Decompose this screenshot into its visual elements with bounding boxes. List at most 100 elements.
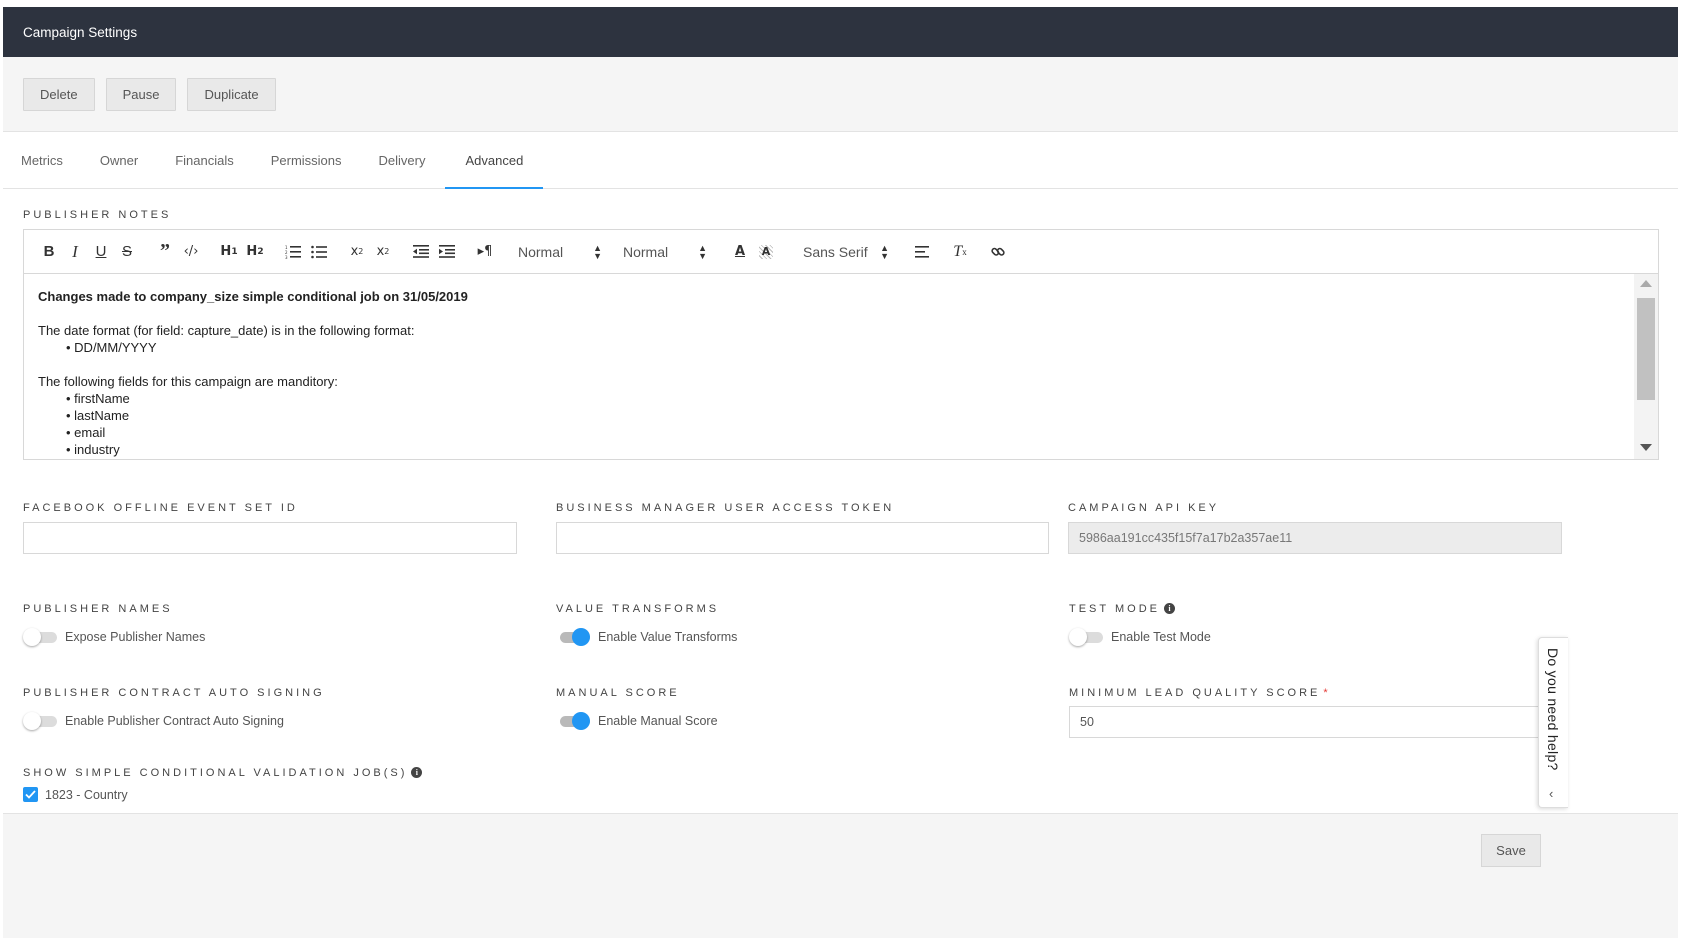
facebook-offline-input[interactable] — [23, 522, 517, 554]
required-mark: * — [1323, 687, 1328, 699]
superscript-icon[interactable]: x2 — [370, 239, 396, 265]
editor-content[interactable]: Changes made to company_size simple cond… — [24, 274, 1658, 459]
min-lead-score-input[interactable] — [1069, 706, 1563, 738]
delete-button[interactable]: Delete — [23, 77, 95, 111]
footer-bar: Save — [3, 813, 1678, 938]
toggle-switch[interactable] — [23, 712, 57, 730]
validation-job-checkbox[interactable]: 1823 - Country — [23, 787, 1658, 802]
toggle-switch[interactable] — [23, 628, 57, 646]
list-item: industry — [66, 441, 1644, 458]
link-icon[interactable] — [985, 239, 1011, 265]
bm-token-input[interactable] — [556, 522, 1049, 554]
publisher-names-group: Publisher Names Expose Publisher Names — [23, 600, 536, 646]
checkbox-checked-icon[interactable] — [23, 787, 38, 802]
title-bar: Campaign Settings — [3, 7, 1678, 57]
manual-score-group: Manual Score Enable Manual Score — [556, 684, 1049, 738]
svg-text:3: 3 — [285, 255, 288, 259]
font-picker-value: Sans Serif — [803, 243, 868, 260]
scroll-up-icon[interactable] — [1640, 280, 1652, 287]
background-color-icon[interactable]: A — [759, 244, 773, 259]
notes-heading: Changes made to company_size simple cond… — [38, 289, 468, 304]
publisher-names-label: Publisher Names — [23, 603, 173, 615]
contract-signing-label: Publisher Contract Auto Signing — [23, 687, 325, 699]
api-key-label: Campaign API Key — [1068, 502, 1220, 514]
validation-jobs-group: Show Simple Conditional Validation Job(s… — [23, 764, 1658, 802]
code-block-icon[interactable]: ‹/› — [178, 239, 204, 265]
api-key-group: Campaign API Key — [1068, 499, 1562, 554]
publisher-names-toggle[interactable]: Expose Publisher Names — [23, 628, 536, 646]
min-lead-score-label: Minimum Lead Quality Score — [1069, 687, 1321, 699]
facebook-offline-label: Facebook Offline Event Set ID — [23, 502, 298, 514]
manual-score-toggle[interactable]: Enable Manual Score — [556, 712, 1049, 730]
strike-icon[interactable]: S — [114, 239, 140, 265]
action-bar: Delete Pause Duplicate — [3, 57, 1678, 132]
info-icon[interactable]: i — [411, 767, 423, 779]
ordered-list-icon[interactable]: 123 — [280, 239, 306, 265]
tab-advanced[interactable]: Advanced — [445, 132, 544, 189]
toggle-switch[interactable] — [556, 628, 590, 646]
min-lead-score-group: Minimum Lead Quality Score * — [1069, 684, 1563, 738]
validation-job-label: 1823 - Country — [45, 787, 128, 802]
editor-scrollbar[interactable] — [1634, 274, 1658, 459]
header-picker[interactable]: Normal ▲ ▼ — [510, 243, 610, 260]
pause-button[interactable]: Pause — [105, 77, 177, 111]
tab-owner[interactable]: Owner — [83, 132, 158, 188]
toggle-text: Expose Publisher Names — [65, 630, 206, 644]
contract-signing-toggle[interactable]: Enable Publisher Contract Auto Signing — [23, 712, 536, 730]
indent-icon[interactable] — [434, 239, 460, 265]
underline-icon[interactable]: U — [88, 239, 114, 265]
tab-delivery[interactable]: Delivery — [362, 132, 446, 188]
tab-metrics[interactable]: Metrics — [3, 132, 83, 188]
picker-arrows-icon: ▲ ▼ — [880, 242, 889, 261]
duplicate-button[interactable]: Duplicate — [187, 77, 276, 111]
publisher-notes-label: Publisher Notes — [23, 209, 172, 221]
size-picker[interactable]: Normal ▲ ▼ — [615, 243, 715, 260]
help-widget-tab[interactable]: Do you need help? ‹ — [1538, 637, 1568, 808]
list-item: firstName — [66, 390, 1644, 407]
chevron-left-icon: ‹ — [1549, 786, 1554, 801]
blockquote-icon[interactable]: ” — [152, 239, 178, 265]
header-1-icon[interactable]: H1 — [216, 239, 242, 265]
toggle-text: Enable Publisher Contract Auto Signing — [65, 714, 284, 728]
outdent-icon[interactable] — [408, 239, 434, 265]
text-direction-icon[interactable]: ▸¶ — [472, 239, 498, 265]
contract-signing-group: Publisher Contract Auto Signing Enable P… — [23, 684, 536, 738]
text-color-icon[interactable]: A — [727, 239, 753, 265]
toggle-switch[interactable] — [1069, 628, 1103, 646]
list-item: lastName — [66, 407, 1644, 424]
test-mode-toggle[interactable]: Enable Test Mode — [1069, 628, 1563, 646]
toggle-text: Enable Test Mode — [1111, 630, 1211, 644]
info-icon[interactable]: i — [1163, 603, 1175, 615]
test-mode-group: Test Mode i Enable Test Mode — [1069, 600, 1563, 646]
toggle-text: Enable Value Transforms — [598, 630, 738, 644]
size-picker-value: Normal — [623, 243, 669, 260]
save-button[interactable]: Save — [1481, 834, 1541, 867]
scroll-down-icon[interactable] — [1640, 444, 1652, 451]
bold-icon[interactable]: B — [36, 239, 62, 265]
facebook-offline-group: Facebook Offline Event Set ID — [23, 499, 555, 554]
tab-financials[interactable]: Financials — [158, 132, 254, 188]
help-text: Do you need help? — [1545, 648, 1561, 771]
tab-permissions[interactable]: Permissions — [254, 132, 362, 188]
header-2-icon[interactable]: H2 — [242, 239, 268, 265]
manual-score-label: Manual Score — [556, 687, 680, 699]
italic-icon[interactable]: I — [62, 239, 88, 265]
subscript-icon[interactable]: x2 — [344, 239, 370, 265]
editor-toolbar: B I U S ” ‹/› H1 H2 123 x2 x2 ▸¶ Normal … — [24, 230, 1658, 274]
scrollbar-thumb[interactable] — [1637, 298, 1655, 400]
toggles-row-1: Publisher Names Expose Publisher Names V… — [23, 600, 1658, 646]
bm-token-group: Business Manager User Access Token — [556, 499, 1049, 554]
bullet-list-icon[interactable] — [306, 239, 332, 265]
toggles-row-2: Publisher Contract Auto Signing Enable P… — [23, 684, 1658, 738]
value-transforms-toggle[interactable]: Enable Value Transforms — [556, 628, 1049, 646]
page-title: Campaign Settings — [23, 24, 138, 40]
list-item: email — [66, 424, 1644, 441]
date-format-list: DD/MM/YYYY — [38, 339, 1644, 356]
clean-format-icon[interactable]: Tx — [947, 239, 973, 265]
bm-token-label: Business Manager User Access Token — [556, 502, 895, 514]
test-mode-label: Test Mode — [1069, 603, 1160, 615]
api-key-input — [1068, 522, 1562, 554]
toggle-switch[interactable] — [556, 712, 590, 730]
align-icon[interactable] — [909, 239, 935, 265]
font-picker[interactable]: Sans Serif ▲ ▼ — [795, 242, 897, 261]
